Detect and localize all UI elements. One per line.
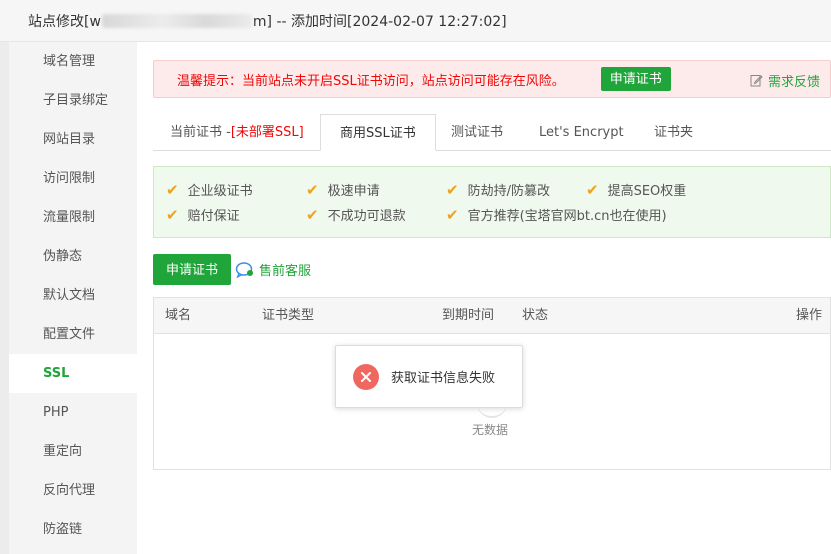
feedback-label: 需求反馈 [767,74,820,90]
alert-message: 温馨提示：当前站点未开启SSL证书访问，站点访问可能存在风险。 [177,73,565,89]
feature-label: 防劫持/防篡改 [467,184,550,199]
check-icon: ✔ [446,180,459,199]
tab-lets-encrypt[interactable]: Let's Encrypt [539,114,624,151]
window-titlebar: 站点修改[w m] -- 添加时间[2024-02-07 12:27:02] [0,0,831,42]
sidebar-item-access-limit[interactable]: 访问限制 [9,159,137,198]
feature-label: 官方推荐(宝塔官网bt.cn也在使用) [467,209,667,224]
column-status: 状态 [522,308,549,323]
feature-item: ✔ 极速申请 [306,180,380,200]
sidebar: 域名管理 子目录绑定 网站目录 访问限制 流量限制 伪静态 默认文档 配置文件 … [9,42,137,554]
check-icon: ✔ [166,180,179,199]
title-prefix: 站点修改[ [28,13,90,30]
redacted-domain-mask [101,13,252,28]
feature-label: 提高SEO权重 [607,184,687,199]
feature-label: 极速申请 [327,184,380,199]
edit-icon [750,74,763,86]
warning-alert: 温馨提示：当前站点未开启SSL证书访问，站点访问可能存在风险。 申请证书 需求反… [153,60,831,98]
sidebar-item-site-dir[interactable]: 网站目录 [9,120,137,159]
sidebar-item-rewrite[interactable]: 伪静态 [9,237,137,276]
column-cert-type: 证书类型 [262,308,315,323]
ssl-tabs: 当前证书 -[未部署SSL] 商用SSL证书 测试证书 Let's Encryp… [153,114,831,151]
feature-item: ✔ 防劫持/防篡改 [446,180,550,200]
feature-item: ✔ 不成功可退款 [306,205,406,225]
feature-label: 赔付保证 [187,209,240,224]
check-icon: ✔ [166,205,179,224]
error-close-icon [353,363,379,390]
feature-label: 企业级证书 [187,184,253,199]
sidebar-item-reverse-proxy[interactable]: 反向代理 [9,471,137,510]
tab-current-cert-label: 当前证书 - [170,125,231,140]
feedback-link[interactable]: 需求反馈 [750,61,820,99]
tab-cert-folder[interactable]: 证书夹 [654,114,693,151]
feature-item: ✔ 企业级证书 [166,180,253,200]
column-domain: 域名 [165,308,192,323]
tab-commercial-ssl[interactable]: 商用SSL证书 [320,114,436,151]
check-icon: ✔ [306,205,319,224]
error-toast: 获取证书信息失败 [335,345,523,408]
feature-label: 不成功可退款 [327,209,406,224]
page: 站点修改[w m] -- 添加时间[2024-02-07 12:27:02] 域名… [0,0,831,554]
empty-state-text: 无数据 [472,423,509,437]
check-icon: ✔ [586,180,599,199]
tab-test-cert[interactable]: 测试证书 [451,114,503,151]
left-edge-strip [0,42,9,554]
apply-cert-button[interactable]: 申请证书 [153,254,232,285]
presale-label: 售前客服 [259,264,312,279]
feature-item: ✔ 赔付保证 [166,205,240,225]
error-message: 获取证书信息失败 [391,371,496,386]
sidebar-item-hotlink[interactable]: 防盗链 [9,510,137,549]
feature-item: ✔ 官方推荐(宝塔官网bt.cn也在使用) [446,205,667,225]
tab-current-cert[interactable]: 当前证书 -[未部署SSL] [170,114,304,151]
alert-apply-cert-button[interactable]: 申请证书 [600,67,671,91]
table-header: 域名 证书类型 到期时间 状态 操作 [154,298,830,334]
column-expiry: 到期时间 [442,308,495,323]
sidebar-item-subdir[interactable]: 子目录绑定 [9,81,137,120]
sidebar-item-domain[interactable]: 域名管理 [9,42,137,81]
tab-current-cert-status: [未部署SSL] [230,125,304,140]
check-icon: ✔ [446,205,459,224]
check-icon: ✔ [306,180,319,199]
title-visible-char: w [89,13,101,30]
title-suffix: m] -- 添加时间[2024-02-07 12:27:02] [252,13,507,30]
window-title: 站点修改[w m] -- 添加时间[2024-02-07 12:27:02] [28,11,507,31]
close-icon [361,371,371,382]
column-actions: 操作 [795,308,822,323]
chat-icon [235,261,253,278]
sidebar-item-config[interactable]: 配置文件 [9,315,137,354]
sidebar-item-ssl[interactable]: SSL [9,354,137,393]
sidebar-item-traffic-limit[interactable]: 流量限制 [9,198,137,237]
sidebar-item-redirect[interactable]: 重定向 [9,432,137,471]
sidebar-item-php[interactable]: PHP [9,393,137,432]
presale-service-link[interactable]: 售前客服 [235,254,311,285]
features-box: ✔ 企业级证书 ✔ 极速申请 ✔ 防劫持/防篡改 ✔ 提高SEO权重 ✔ 赔付保证 ✔ 不成… [153,166,831,238]
sidebar-item-default-doc[interactable]: 默认文档 [9,276,137,315]
feature-item: ✔ 提高SEO权重 [586,180,687,200]
